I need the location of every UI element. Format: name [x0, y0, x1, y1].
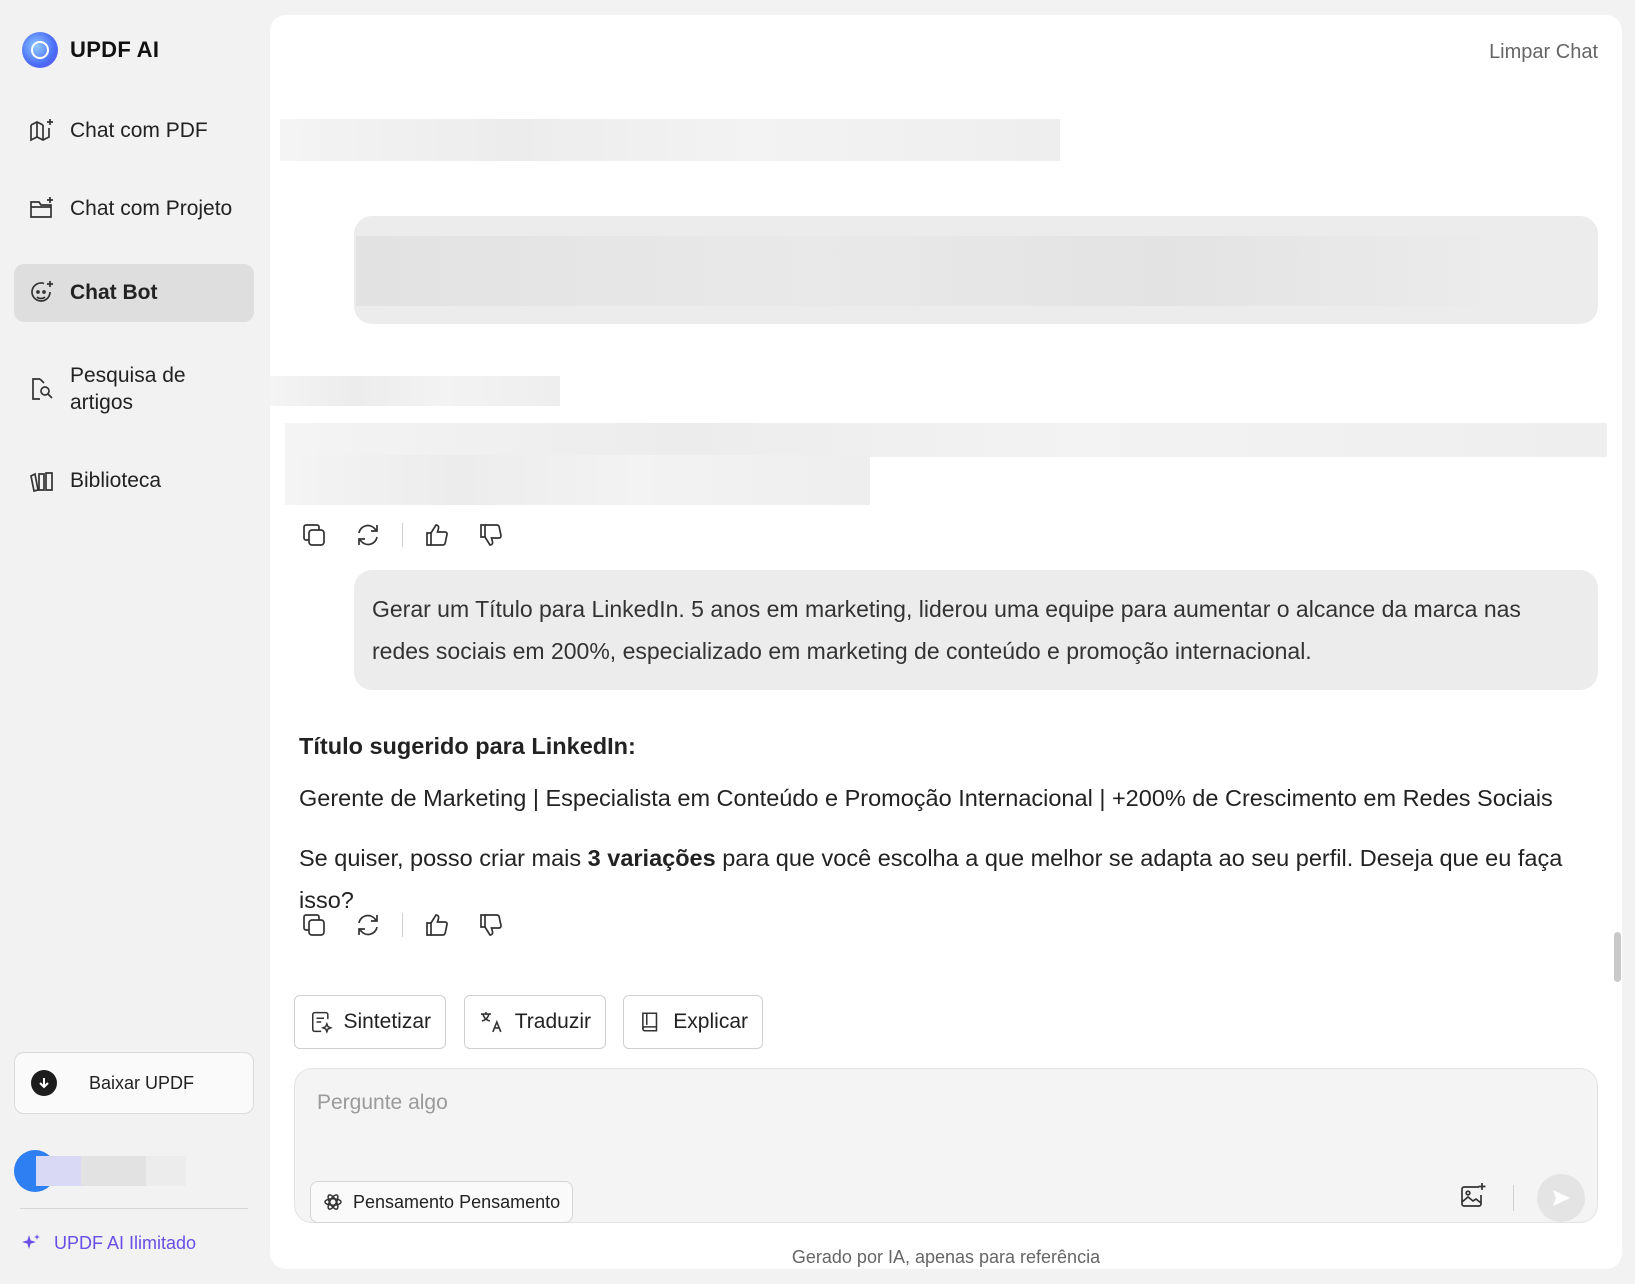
upgrade-label: UPDF AI Ilimitado — [54, 1232, 197, 1253]
app-title: UPDF AI — [70, 37, 160, 62]
summarize-icon — [312, 1011, 333, 1034]
thumbs-down-icon[interactable] — [477, 521, 505, 549]
download-updf-button[interactable]: Baixar UPDF — [14, 1052, 254, 1114]
answer-followup: Se quiser, posso criar mais 3 variações … — [299, 837, 1599, 921]
thumbs-up-icon[interactable] — [423, 911, 451, 939]
sidebar-item-label: Chat Bot — [70, 281, 158, 304]
action-separator — [402, 913, 403, 937]
clear-chat-button[interactable]: Limpar Chat — [1489, 41, 1598, 64]
sparkle-icon — [22, 1234, 40, 1249]
updf-logo-icon — [22, 32, 58, 68]
sidebar-item-label: Biblioteca — [70, 469, 162, 492]
redacted-message — [285, 423, 1607, 457]
sidebar-item-chat-bot[interactable]: Chat Bot — [14, 264, 254, 322]
user-profile[interactable] — [14, 1150, 186, 1192]
redacted-message — [270, 376, 560, 406]
upgrade-link[interactable]: UPDF AI Ilimitado — [20, 1232, 196, 1254]
image-upload-icon[interactable] — [1458, 1181, 1488, 1211]
thumbs-up-icon[interactable] — [423, 521, 451, 549]
translate-label: Traduzir — [514, 1010, 591, 1033]
regenerate-icon[interactable] — [354, 521, 382, 549]
download-label: Baixar UPDF — [89, 1072, 195, 1093]
folder-sparkle-icon — [30, 197, 53, 218]
sidebar-item-library[interactable]: Biblioteca — [14, 454, 254, 508]
sidebar-item-article-search[interactable]: Pesquisa de artigos — [14, 354, 254, 424]
book-icon — [642, 1012, 658, 1032]
sidebar-divider — [20, 1208, 248, 1209]
redacted-message — [280, 119, 1060, 161]
redacted-username — [36, 1156, 186, 1186]
copy-icon[interactable] — [300, 521, 328, 549]
summarize-button[interactable]: Sintetizar — [294, 995, 446, 1049]
message-actions — [300, 911, 505, 939]
chat-input[interactable] — [317, 1091, 1317, 1115]
regenerate-icon[interactable] — [354, 911, 382, 939]
translate-button[interactable]: Traduzir — [464, 995, 606, 1049]
user-message-bubble: Gerar um Título para LinkedIn. 5 anos em… — [354, 570, 1598, 690]
ai-disclaimer: Gerado por IA, apenas para referência — [791, 1247, 1101, 1267]
sidebar-item-label: Chat com Projeto — [70, 197, 233, 220]
followup-text: Se quiser, posso criar mais — [299, 845, 588, 871]
send-icon — [1553, 1190, 1570, 1206]
sidebar-item-chat-pdf[interactable]: Chat com PDF — [14, 104, 254, 158]
answer-headline: Gerente de Marketing | Especialista em C… — [299, 785, 1553, 811]
bot-face-icon — [31, 281, 53, 302]
atom-icon — [324, 1194, 342, 1210]
answer-heading: Título sugerido para LinkedIn: — [299, 733, 636, 759]
summarize-label: Sintetizar — [343, 1010, 431, 1033]
sidebar-item-label: Chat com PDF — [70, 119, 208, 142]
download-icon — [31, 1070, 57, 1096]
thinking-toggle-button[interactable]: Pensamento Pensamento — [310, 1181, 574, 1223]
followup-bold: 3 variações — [587, 845, 716, 871]
sidebar-item-label: Pesquisa de artigos — [70, 364, 186, 414]
chat-input-container: Pensamento Pensamento — [294, 1068, 1598, 1223]
send-button[interactable] — [1537, 1174, 1585, 1222]
copy-icon[interactable] — [300, 911, 328, 939]
sidebar-item-chat-project[interactable]: Chat com Projeto — [14, 182, 254, 236]
explain-button[interactable]: Explicar — [623, 995, 763, 1049]
action-separator — [402, 523, 403, 547]
redacted-message — [285, 455, 870, 505]
sidebar: UPDF AI Chat com PDF Chat com Projeto Ch… — [0, 0, 268, 1284]
doc-search-icon — [32, 378, 53, 400]
chat-panel: Limpar Chat Gerar um Título para LinkedI… — [270, 15, 1622, 1269]
explain-label: Explicar — [673, 1010, 748, 1033]
message-actions — [300, 521, 505, 549]
thinking-label: Pensamento Pensamento — [353, 1191, 561, 1212]
scrollbar[interactable] — [1614, 932, 1621, 982]
library-icon — [30, 472, 53, 493]
book-sparkle-icon — [30, 119, 53, 142]
thumbs-down-icon[interactable] — [477, 911, 505, 939]
app-logo[interactable]: UPDF AI — [22, 32, 159, 68]
input-separator — [1513, 1185, 1514, 1211]
redacted-user-bubble — [354, 216, 1598, 324]
translate-icon — [480, 1012, 502, 1033]
